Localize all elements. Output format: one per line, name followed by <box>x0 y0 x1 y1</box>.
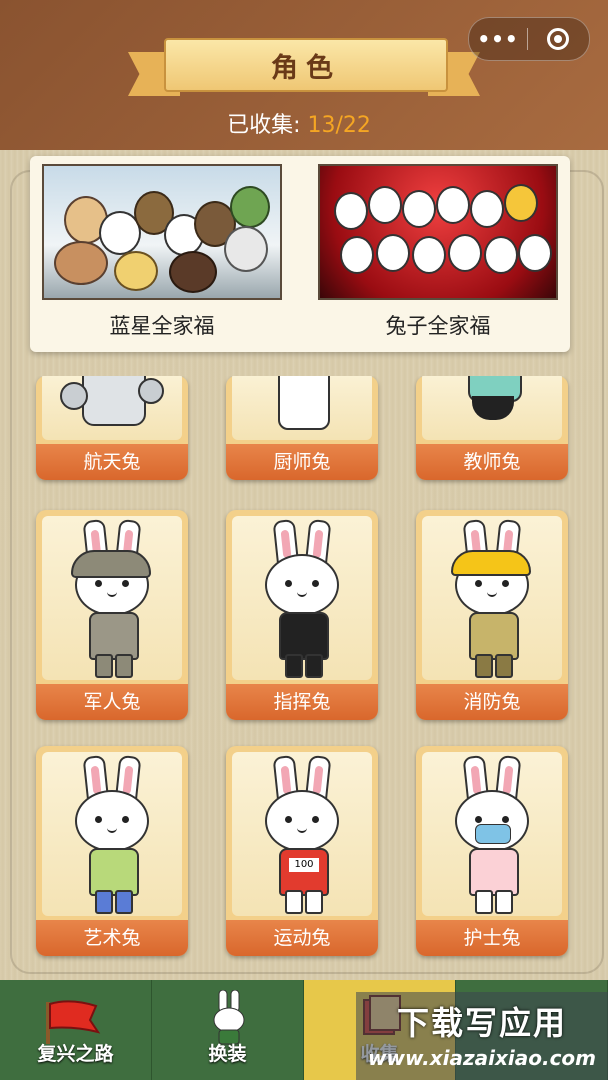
chef-rabbit-image <box>232 376 372 440</box>
character-label: 护士兔 <box>416 920 568 956</box>
more-dots-icon[interactable]: ••• <box>469 27 527 51</box>
blue-star-family-image <box>42 164 282 300</box>
rabbit-icon <box>213 990 245 1045</box>
family-caption: 兔子全家福 <box>385 314 491 338</box>
character-card-chef[interactable]: 厨师兔 <box>226 376 378 480</box>
character-label: 航天兔 <box>36 444 188 480</box>
artist-rabbit-image <box>42 752 182 916</box>
character-label: 消防兔 <box>416 684 568 720</box>
character-card-firefighter[interactable]: 消防兔 <box>416 510 568 720</box>
rabbit-family-image <box>318 164 558 300</box>
firefighter-rabbit-image <box>422 516 562 680</box>
astronaut-rabbit-image <box>42 376 182 440</box>
watermark: 下载写应用 www.xiazaixiao.com <box>356 992 608 1080</box>
rabbit-family-card[interactable]: 兔子全家福 <box>318 164 558 340</box>
collection-count: 13 <box>307 113 336 138</box>
record-close-icon[interactable] <box>528 28 588 50</box>
character-grid: 航天兔 厨师兔 教师兔 军人兔 指挥兔 消防兔 艺术兔 100 运动兔 护士兔 <box>0 376 608 976</box>
tab-dress-up[interactable]: 换装 <box>152 980 304 1080</box>
character-label: 艺术兔 <box>36 920 188 956</box>
character-label: 指挥兔 <box>226 684 378 720</box>
race-bib: 100 <box>289 858 319 872</box>
tab-label: 复兴之路 <box>37 1043 114 1065</box>
athlete-rabbit-image: 100 <box>232 752 372 916</box>
blue-star-family-card[interactable]: 蓝星全家福 <box>42 164 282 340</box>
character-card-astronaut[interactable]: 航天兔 <box>36 376 188 480</box>
tab-label: 换装 <box>208 1043 247 1065</box>
conductor-rabbit-image <box>232 516 372 680</box>
character-card-soldier[interactable]: 军人兔 <box>36 510 188 720</box>
collection-separator: / <box>335 113 343 138</box>
nurse-rabbit-image <box>422 752 562 916</box>
mini-program-capsule: ••• <box>468 17 590 61</box>
character-label: 教师兔 <box>416 444 568 480</box>
family-caption: 蓝星全家福 <box>109 314 215 338</box>
character-card-conductor[interactable]: 指挥兔 <box>226 510 378 720</box>
character-label: 运动兔 <box>226 920 378 956</box>
family-photo-panel: 蓝星全家福 兔子全家福 <box>30 156 570 352</box>
character-card-teacher[interactable]: 教师兔 <box>416 376 568 480</box>
character-card-athlete[interactable]: 100 运动兔 <box>226 746 378 956</box>
character-label: 军人兔 <box>36 684 188 720</box>
collection-label: 已收集: <box>227 113 301 138</box>
tab-revival-road[interactable]: 复兴之路 <box>0 980 152 1080</box>
page-title: 角色 <box>271 52 341 84</box>
collection-total: 22 <box>342 113 371 138</box>
character-label: 厨师兔 <box>226 444 378 480</box>
character-card-artist[interactable]: 艺术兔 <box>36 746 188 956</box>
watermark-line1: 下载写应用 <box>396 1004 567 1042</box>
soldier-rabbit-image <box>42 516 182 680</box>
title-ribbon: 角色 <box>128 38 480 96</box>
collection-progress: 已收集: 13/22 <box>0 107 598 139</box>
teacher-rabbit-image <box>422 376 562 440</box>
character-card-nurse[interactable]: 护士兔 <box>416 746 568 956</box>
watermark-line2: www.xiazaixiao.com <box>367 1046 597 1070</box>
